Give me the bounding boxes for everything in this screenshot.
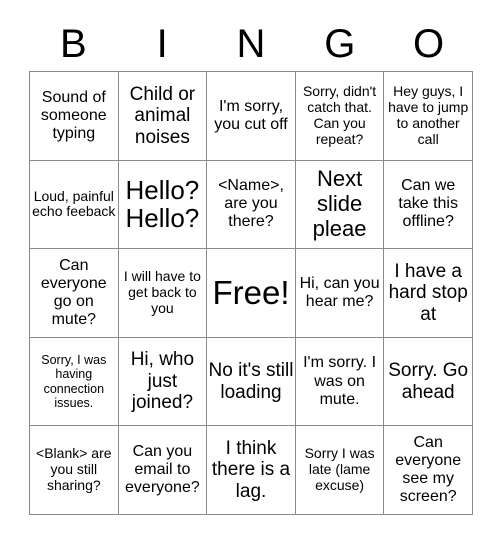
bingo-cell-label: I think there is a lag. bbox=[211, 437, 291, 502]
bingo-header: B I N G O bbox=[29, 18, 473, 70]
bingo-cell[interactable]: Sorry, didn't catch that. Can you repeat… bbox=[295, 72, 385, 161]
bingo-cell[interactable]: I think there is a lag. bbox=[207, 426, 296, 515]
bingo-cell[interactable]: Sound of someone typing bbox=[30, 72, 119, 161]
bingo-cell[interactable]: I will have to get back to you bbox=[118, 249, 208, 338]
bingo-cell-label: Can we take this offline? bbox=[398, 177, 458, 231]
bingo-cell-label: Sound of someone typing bbox=[40, 88, 107, 142]
header-letter-i: I bbox=[156, 22, 168, 66]
bingo-cell[interactable]: Hi, who just joined? bbox=[118, 337, 208, 427]
bingo-cell-label: Hey guys, I have to jump to another call bbox=[388, 83, 469, 147]
bingo-cell-label: Can everyone go on mute? bbox=[40, 256, 107, 329]
bingo-grid: Sound of someone typing Child or animal n… bbox=[29, 71, 473, 515]
bingo-cell[interactable]: <Name>, are you there? bbox=[207, 160, 296, 250]
bingo-cell[interactable]: Sorry. Go ahead bbox=[384, 337, 473, 427]
bingo-cell[interactable]: Can we take this offline? bbox=[384, 160, 473, 250]
bingo-cell-label: I have a hard stop at bbox=[388, 260, 468, 325]
bingo-cell-label: Sorry I was late (lame excuse) bbox=[304, 445, 375, 494]
bingo-cell-label: Next slide pleae bbox=[312, 166, 367, 241]
bingo-cell[interactable]: Child or animal noises bbox=[118, 72, 208, 161]
bingo-cell-label: Hello? Hello? bbox=[125, 175, 200, 234]
bingo-cell[interactable]: No it's still loading bbox=[207, 337, 296, 427]
bingo-cell-free[interactable]: Free! bbox=[207, 249, 296, 338]
header-letter-o: O bbox=[413, 22, 445, 66]
bingo-cell[interactable]: Can everyone see my screen? bbox=[384, 426, 473, 515]
bingo-cell[interactable]: Sorry I was late (lame excuse) bbox=[295, 426, 385, 515]
bingo-cell-label: Sorry, I was having connection issues. bbox=[41, 353, 107, 410]
bingo-cell[interactable]: Loud, painful echo feeback bbox=[30, 160, 119, 250]
bingo-cell-label: Hi, can you hear me? bbox=[299, 274, 380, 310]
bingo-cell[interactable]: I'm sorry. I was on mute. bbox=[295, 337, 385, 427]
bingo-cell[interactable]: I'm sorry, you cut off bbox=[207, 72, 296, 161]
header-letter-g: G bbox=[324, 22, 356, 66]
bingo-cell-label: No it's still loading bbox=[208, 360, 294, 403]
bingo-cell-label: Sorry, didn't catch that. Can you repeat… bbox=[302, 83, 377, 147]
bingo-cell[interactable]: <Blank> are you still sharing? bbox=[30, 426, 119, 515]
bingo-cell-label: Can everyone see my screen? bbox=[395, 434, 462, 506]
bingo-cell-label: I will have to get back to you bbox=[123, 268, 201, 316]
bingo-cell[interactable]: Sorry, I was having connection issues. bbox=[30, 337, 119, 427]
bingo-cell[interactable]: Can everyone go on mute? bbox=[30, 249, 119, 338]
bingo-cell[interactable]: Next slide pleae bbox=[295, 160, 385, 250]
bingo-cell-label: I'm sorry. I was on mute. bbox=[303, 354, 377, 408]
bingo-cell-label: Hi, who just joined? bbox=[130, 349, 195, 414]
bingo-cell[interactable]: Hey guys, I have to jump to another call bbox=[384, 72, 473, 161]
bingo-card: B I N G O Sound of someone typing Child o… bbox=[0, 0, 500, 544]
bingo-cell[interactable]: I have a hard stop at bbox=[384, 249, 473, 338]
bingo-cell-label: <Name>, are you there? bbox=[218, 177, 284, 231]
bingo-cell-label: Sorry. Go ahead bbox=[388, 360, 469, 403]
bingo-cell-label: <Blank> are you still sharing? bbox=[36, 445, 112, 494]
bingo-cell-label: Loud, painful echo feeback bbox=[32, 187, 116, 220]
bingo-cell[interactable]: Hi, can you hear me? bbox=[295, 249, 385, 338]
bingo-cell[interactable]: Can you email to everyone? bbox=[118, 426, 208, 515]
bingo-cell-label: Child or animal noises bbox=[129, 83, 196, 148]
bingo-cell-label: Can you email to everyone? bbox=[125, 443, 200, 497]
header-letter-b: B bbox=[60, 22, 87, 66]
bingo-cell-label: I'm sorry, you cut off bbox=[214, 97, 288, 133]
header-letter-n: N bbox=[236, 22, 266, 66]
bingo-cell-label: Free! bbox=[212, 274, 290, 312]
bingo-cell[interactable]: Hello? Hello? bbox=[118, 160, 208, 250]
